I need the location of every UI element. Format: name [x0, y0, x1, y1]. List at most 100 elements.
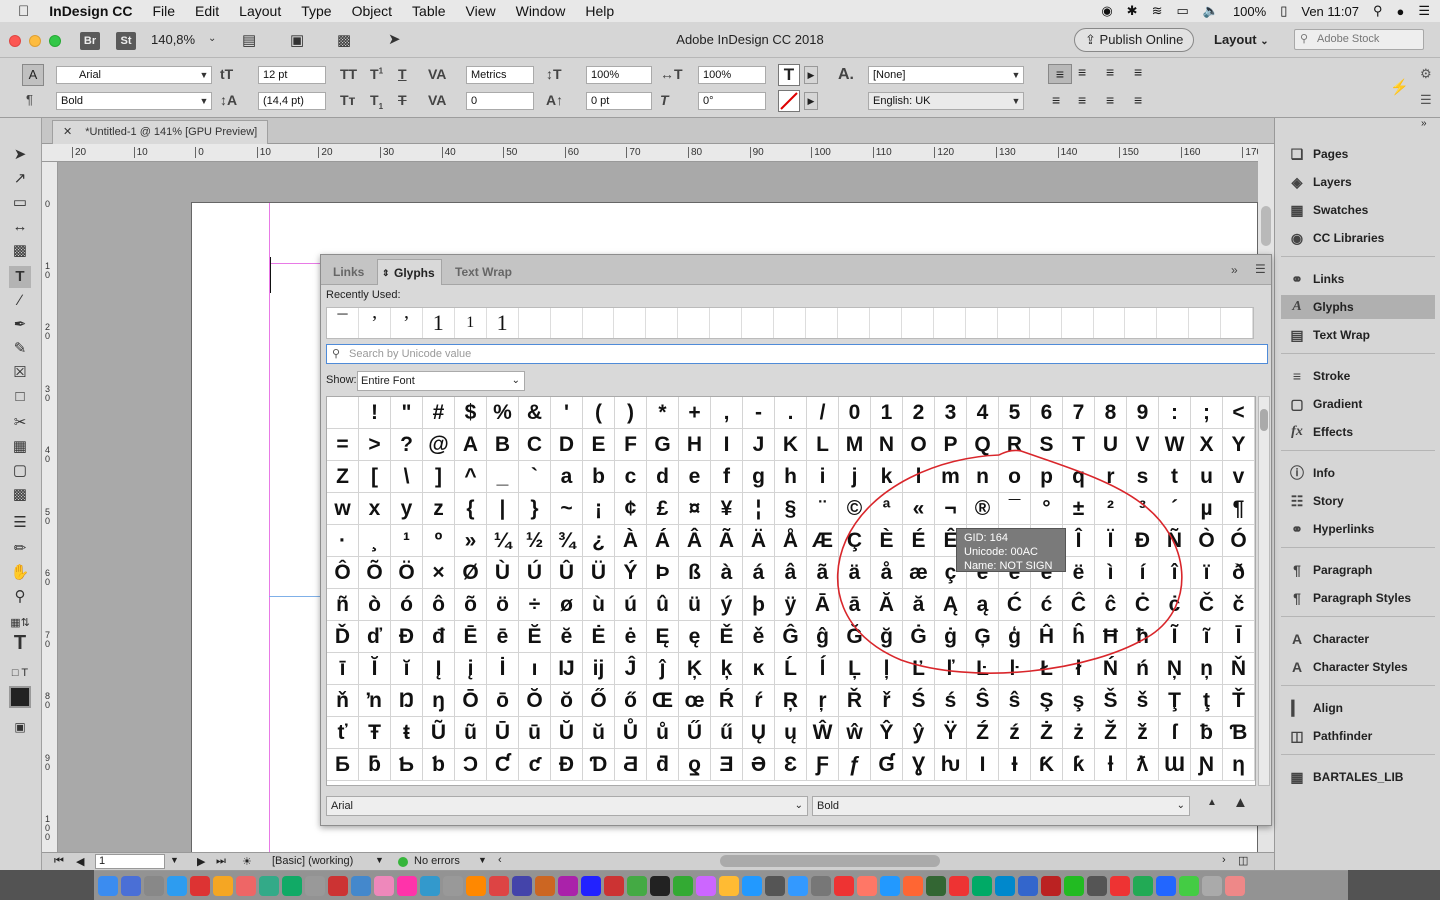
menu-view[interactable]: View — [456, 3, 506, 19]
glyph-cell[interactable]: Ũ — [423, 717, 455, 749]
glyph-cell[interactable]: Ɠ — [871, 749, 903, 781]
glyph-cell[interactable]: ś — [935, 685, 967, 717]
glyph-cell[interactable]: Œ — [647, 685, 679, 717]
horizontal-scale-field[interactable]: 100% — [698, 66, 766, 84]
align-towards-spine-icon[interactable]: ≡ — [1134, 92, 1142, 108]
glyph-cell[interactable]: Ƈ — [487, 749, 519, 781]
menu-window[interactable]: Window — [506, 3, 576, 19]
glyph-cell[interactable]: õ — [455, 589, 487, 621]
page-number-field[interactable]: 1 — [95, 854, 165, 869]
glyph-cell[interactable]: Ŋ — [391, 685, 423, 717]
formatting-affects-text-icon[interactable]: T — [9, 632, 31, 654]
justify-right-icon[interactable]: ≡ — [1078, 92, 1086, 108]
glyph-cell[interactable]: ¦ — [743, 493, 775, 525]
recent-glyph-cell[interactable] — [902, 308, 934, 338]
glyph-cell[interactable]: < — [1223, 397, 1255, 429]
glyph-cell[interactable]: ð — [1223, 557, 1255, 589]
panel-glyphs[interactable]: A Glyphs — [1281, 295, 1435, 319]
dock-app-icon[interactable] — [259, 875, 279, 896]
glyph-cell[interactable]: ñ — [327, 589, 359, 621]
glyph-cell[interactable]: Ɗ — [583, 749, 615, 781]
menu-table[interactable]: Table — [402, 3, 455, 19]
dock-app-icon[interactable] — [696, 875, 716, 896]
glyph-cell[interactable]: Ż — [1031, 717, 1063, 749]
dock-app-icon[interactable] — [397, 875, 417, 896]
spotlight-icon[interactable]: ⚲ — [1373, 3, 1383, 19]
glyph-cell[interactable]: v — [1223, 461, 1255, 493]
recent-glyph-cell[interactable]: ’ — [391, 308, 423, 338]
glyph-cell[interactable]: A — [455, 429, 487, 461]
panel-paragraph-styles[interactable]: ¶ Paragraph Styles — [1281, 586, 1435, 610]
dock-app-icon[interactable] — [190, 875, 210, 896]
glyph-cell[interactable]: ' — [551, 397, 583, 429]
dock-app-icon[interactable] — [949, 875, 969, 896]
pen-tool-icon[interactable]: ✒ — [9, 314, 31, 336]
recent-glyph-cell[interactable] — [1062, 308, 1094, 338]
dock-app-icon[interactable] — [995, 875, 1015, 896]
recent-glyph-cell[interactable] — [614, 308, 647, 338]
glyph-cell[interactable]: Ó — [1223, 525, 1255, 557]
glyph-cell[interactable]: ĵ — [647, 653, 679, 685]
glyph-cell[interactable]: - — [743, 397, 775, 429]
glyph-cell[interactable]: ÷ — [519, 589, 551, 621]
glyph-cell[interactable]: Ǝ — [711, 749, 743, 781]
dock-app-icon[interactable] — [1110, 875, 1130, 896]
dock-app-icon[interactable] — [742, 875, 762, 896]
menu-object[interactable]: Object — [342, 3, 402, 19]
glyph-cell[interactable]: ß — [679, 557, 711, 589]
glyph-cell[interactable]: Â — [679, 525, 711, 557]
dock-app-icon[interactable] — [719, 875, 739, 896]
recent-glyph-cell[interactable] — [806, 308, 838, 338]
glyph-cell[interactable]: ť — [327, 717, 359, 749]
glyph-cell[interactable]: } — [519, 493, 551, 525]
battery-percent[interactable]: 100% — [1233, 4, 1266, 19]
panel-swatches[interactable]: ▦ Swatches — [1281, 198, 1435, 222]
glyph-cell[interactable]: h — [775, 461, 807, 493]
glyph-cell[interactable]: ( — [583, 397, 615, 429]
glyph-cell[interactable]: Ū — [487, 717, 519, 749]
glyph-cell[interactable]: ş — [1063, 685, 1095, 717]
dock-app-icon[interactable] — [788, 875, 808, 896]
dock-app-icon[interactable] — [1179, 875, 1199, 896]
glyph-cell[interactable]: | — [487, 493, 519, 525]
dock-app-icon[interactable] — [857, 875, 877, 896]
recent-glyph-cell[interactable] — [1125, 308, 1158, 338]
leading-field[interactable]: (14,4 pt) — [258, 92, 326, 110]
pencil-tool-icon[interactable]: ✎ — [9, 338, 31, 360]
dock-app-icon[interactable] — [236, 875, 256, 896]
glyph-cell[interactable]: Þ — [647, 557, 679, 589]
glyph-cell[interactable]: ŷ — [903, 717, 935, 749]
dock-app-icon[interactable] — [213, 875, 233, 896]
font-family-dropdown-icon[interactable]: ▼ — [196, 66, 212, 84]
glyph-cell[interactable]: Û — [551, 557, 583, 589]
glyph-cell[interactable]: ¼ — [487, 525, 519, 557]
glyph-cell[interactable]: ƚ — [1095, 749, 1127, 781]
adobe-stock-search[interactable]: ⚲ Adobe Stock — [1294, 29, 1424, 50]
glyph-cell[interactable]: Ɨ — [999, 749, 1031, 781]
glyph-cell[interactable]: 7 — [1063, 397, 1095, 429]
glyph-cell[interactable]: Ɩ — [967, 749, 999, 781]
dock-app-icon[interactable] — [328, 875, 348, 896]
glyph-cell[interactable]: a — [551, 461, 583, 493]
recent-glyph-cell[interactable]: ¯ — [327, 308, 359, 338]
panel-pages[interactable]: ❏ Pages — [1281, 142, 1435, 166]
glyph-cell[interactable]: Ä — [743, 525, 775, 557]
glyph-cell[interactable]: , — [711, 397, 743, 429]
glyph-cell[interactable]: 8 — [1095, 397, 1127, 429]
glyph-cell[interactable]: ő — [615, 685, 647, 717]
glyph-cell[interactable]: à — [711, 557, 743, 589]
dock-app-icon[interactable] — [1087, 875, 1107, 896]
tab-glyphs[interactable]: ⇕ Glyphs — [377, 259, 442, 285]
glyph-cell[interactable]: = — [327, 429, 359, 461]
glyph-cell[interactable]: ũ — [455, 717, 487, 749]
glyph-cell[interactable]: ţ — [1191, 685, 1223, 717]
panel-layers[interactable]: ◈ Layers — [1281, 170, 1435, 194]
glyph-cell[interactable]: ƙ — [1063, 749, 1095, 781]
glyph-cell[interactable]: @ — [423, 429, 455, 461]
character-style-field[interactable]: [None] — [868, 66, 1024, 84]
glyph-cell[interactable]: H — [679, 429, 711, 461]
eyedropper-tool-icon[interactable]: ✏ — [9, 538, 31, 560]
dock-app-icon[interactable] — [673, 875, 693, 896]
glyph-cell[interactable]: g — [743, 461, 775, 493]
tab-links[interactable]: Links — [327, 259, 370, 285]
